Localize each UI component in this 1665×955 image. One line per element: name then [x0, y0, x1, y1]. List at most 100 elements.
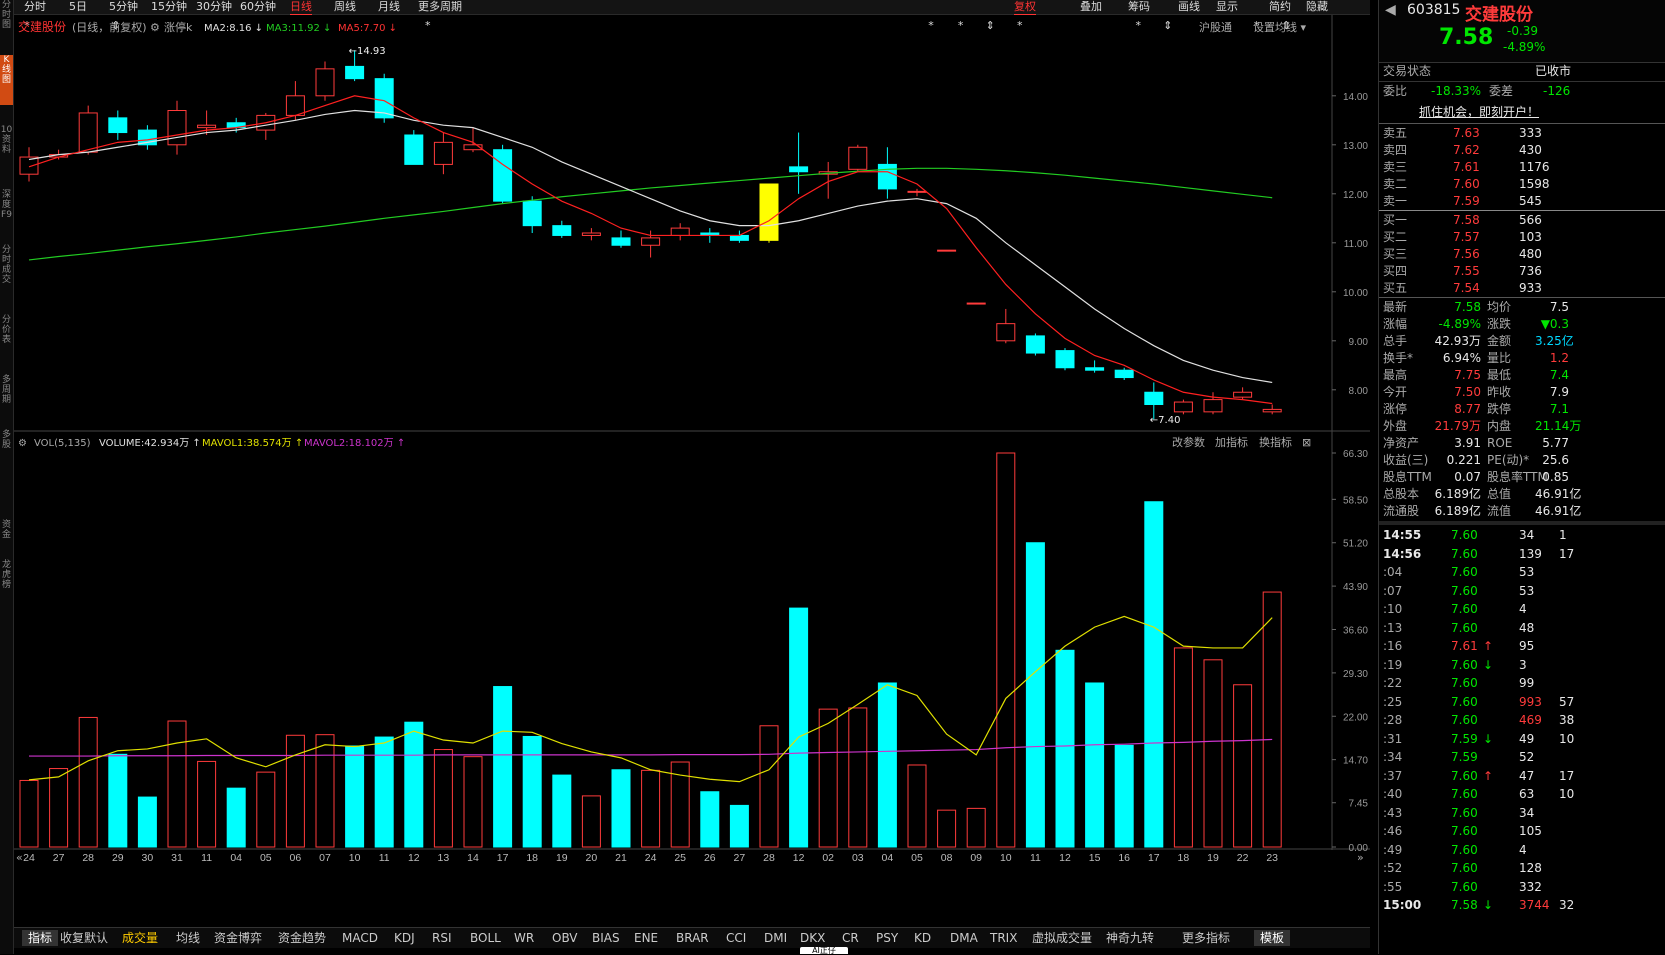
indicator-tab-25[interactable]: 神奇九转 [1106, 930, 1154, 946]
ai-assistant-bubble[interactable]: AI正仔 [800, 947, 848, 955]
volume-bar[interactable] [1025, 542, 1045, 848]
event-marker-icon[interactable]: * [425, 19, 431, 32]
event-marker-icon[interactable]: ⇕ [986, 19, 995, 32]
add-indicator-link[interactable]: 加指标 [1215, 435, 1248, 449]
indicator-tab-11[interactable]: WR [514, 930, 534, 946]
candle-body[interactable] [581, 232, 601, 236]
volume-bar[interactable] [1173, 647, 1193, 848]
volume-bar[interactable] [522, 735, 542, 848]
volume-bar[interactable] [552, 774, 572, 848]
candle-body[interactable] [522, 200, 542, 227]
indicator-tab-17[interactable]: DMI [764, 930, 787, 946]
candle-body[interactable] [78, 112, 98, 153]
indicator-tab-23[interactable]: TRIX [990, 930, 1017, 946]
indicator-tab-27[interactable]: 模板 [1254, 930, 1291, 946]
volume-bar[interactable] [197, 760, 217, 848]
volume-bar[interactable] [108, 753, 128, 848]
period-tab-1[interactable]: 分时 [24, 0, 46, 14]
left-tab-7[interactable]: 多周期 [0, 375, 13, 425]
event-marker-icon[interactable]: * [928, 19, 934, 32]
indicator-tab-6[interactable]: 资金趋势 [278, 930, 326, 946]
volume-bar[interactable] [581, 795, 601, 848]
candle-body[interactable] [167, 110, 187, 146]
volume-bar[interactable] [848, 707, 868, 848]
volume-bar[interactable] [226, 787, 246, 848]
volume-bar[interactable] [1144, 501, 1164, 848]
candle-body[interactable] [1144, 391, 1164, 405]
candle-body[interactable] [404, 134, 424, 165]
candle-body[interactable] [315, 68, 335, 97]
candle-body[interactable] [966, 302, 986, 305]
volume-bar[interactable] [345, 745, 365, 848]
volume-bar[interactable] [137, 796, 157, 848]
period-tab-7[interactable]: 日线 [290, 0, 312, 15]
volume-bar[interactable] [78, 716, 98, 848]
volume-bar[interactable] [1085, 682, 1105, 848]
indicator-tab-8[interactable]: KDJ [394, 930, 415, 946]
indicator-tab-5[interactable]: 资金博弈 [214, 930, 262, 946]
candle-body[interactable] [1173, 401, 1193, 413]
volume-bar[interactable] [700, 791, 720, 848]
left-tab-5[interactable]: 分时成交 [0, 245, 13, 295]
indicator-tab-16[interactable]: CCI [726, 930, 746, 946]
period-tab-2[interactable]: 5日 [69, 0, 87, 14]
volume-bar[interactable] [759, 725, 779, 848]
volume-bar[interactable] [907, 764, 927, 848]
volume-bar[interactable] [1055, 649, 1075, 848]
candle-body[interactable] [611, 237, 631, 246]
scroll-right-icon[interactable]: » [1357, 851, 1364, 864]
volume-bar[interactable] [167, 720, 187, 848]
back-arrow-icon[interactable]: ◀ [1385, 2, 1396, 18]
close-icon[interactable]: ⊠ [1302, 436, 1311, 449]
volume-bar[interactable] [937, 809, 957, 848]
indicator-tab-15[interactable]: BRAR [676, 930, 709, 946]
volume-bar[interactable] [1233, 684, 1253, 848]
scroll-left-icon[interactable]: « [16, 851, 23, 864]
candle-body[interactable] [877, 163, 897, 190]
promo-row[interactable]: 抓住机会，即刻开户！ [1379, 104, 1665, 121]
indicator-tab-20[interactable]: PSY [876, 930, 898, 946]
candle-body[interactable] [937, 249, 957, 252]
candle-body[interactable] [1233, 391, 1253, 398]
volume-bar[interactable] [285, 734, 305, 848]
period-tab-5[interactable]: 30分钟 [196, 0, 232, 14]
indicator-tab-1[interactable]: 指标 [22, 930, 59, 946]
indicator-tab-3[interactable]: 成交量 [122, 930, 158, 946]
left-tab-2[interactable]: K线图 [0, 55, 13, 105]
candle-body[interactable] [1262, 408, 1282, 413]
volume-bar[interactable] [404, 721, 424, 848]
candle-body[interactable] [848, 146, 868, 170]
volume-bar[interactable] [315, 734, 335, 848]
left-tab-10[interactable]: 龙虎榜 [0, 560, 13, 610]
gear-icon-2[interactable]: ⚙ [18, 438, 27, 449]
event-marker-icon[interactable]: ⇕ [1163, 19, 1172, 32]
candle-body[interactable] [1085, 367, 1105, 371]
change-params-link[interactable]: 改参数 [1172, 435, 1205, 449]
candle-body[interactable] [345, 65, 365, 80]
volume-bar[interactable] [463, 756, 483, 848]
indicator-tab-26[interactable]: 更多指标 [1182, 930, 1230, 946]
top-right-btn-1[interactable]: 复权 [1014, 0, 1036, 15]
candle-body[interactable] [759, 183, 779, 241]
volume-bar[interactable] [611, 769, 631, 848]
volume-bar[interactable] [996, 452, 1016, 848]
volume-bar[interactable] [19, 779, 39, 848]
volume-bar[interactable] [49, 768, 69, 848]
volume-bar[interactable] [818, 708, 838, 848]
event-marker-icon[interactable]: * [958, 19, 964, 32]
volume-bar[interactable] [966, 807, 986, 848]
period-tab-4[interactable]: 15分钟 [151, 0, 187, 14]
left-tab-8[interactable]: 多股 [0, 430, 13, 480]
candle-body[interactable] [670, 227, 690, 236]
candle-body[interactable] [197, 124, 217, 129]
event-marker-icon[interactable]: * [1017, 19, 1023, 32]
candle-body[interactable] [1025, 335, 1045, 354]
volume-bar[interactable] [1203, 659, 1223, 848]
volume-bar[interactable] [729, 804, 749, 848]
period-tab-9[interactable]: 月线 [378, 0, 400, 14]
candle-body[interactable] [108, 117, 128, 134]
candle-body[interactable] [552, 225, 572, 236]
left-tab-3[interactable]: 10资料 [0, 125, 13, 175]
indicator-tab-7[interactable]: MACD [342, 930, 378, 946]
volume-bar[interactable] [433, 749, 453, 848]
